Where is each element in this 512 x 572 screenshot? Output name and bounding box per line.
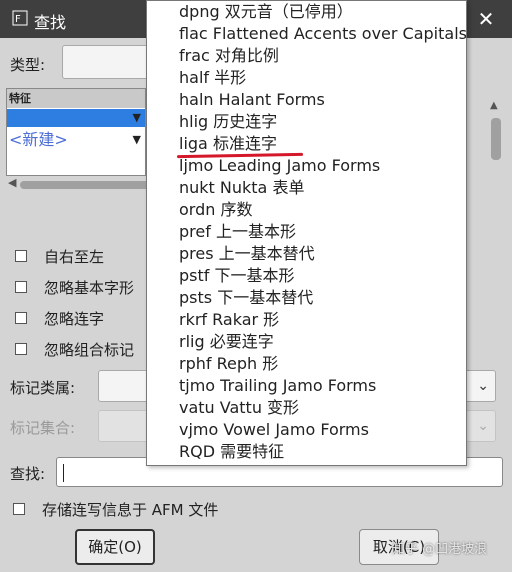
type-label: 类型: (10, 56, 46, 74)
scroll-up-icon[interactable]: ▲ (490, 100, 498, 111)
list-item-nukt[interactable]: nukt Nukta 表单 (179, 177, 304, 199)
list-item-ljmo[interactable]: ljmo Leading Jamo Forms (179, 155, 380, 177)
fontforge-icon: F (12, 10, 28, 26)
scrollbar-thumb[interactable] (491, 118, 501, 160)
rtl-label: 自右至左 (44, 248, 105, 266)
rtl-checkbox[interactable] (15, 250, 27, 262)
ignore-base-label: 忽略基本字形 (44, 279, 135, 297)
feature-dropdown-list: dpng 双元音（已停用） flac Flattened Accents ove… (146, 0, 467, 466)
close-icon[interactable]: ✕ (466, 2, 506, 36)
chevron-down-icon[interactable]: ⌄ (477, 378, 489, 394)
list-item-haln[interactable]: haln Halant Forms (179, 89, 325, 111)
ignore-ligatures-label: 忽略连字 (44, 310, 105, 328)
scrollbar-thumb[interactable] (20, 181, 152, 189)
ignore-marks-label: 忽略组合标记 (44, 341, 135, 359)
afm-checkbox[interactable] (13, 503, 25, 515)
ignore-base-checkbox[interactable] (15, 281, 27, 293)
ignore-ligatures-checkbox[interactable] (15, 312, 27, 324)
horizontal-scrollbar[interactable]: ◀ (6, 176, 152, 192)
mark-set-label: 标记集合: (10, 419, 76, 437)
list-item-vatu[interactable]: vatu Vattu 变形 (179, 397, 299, 419)
svg-text:F: F (15, 14, 21, 25)
list-item-ordn[interactable]: ordn 序数 (179, 199, 252, 221)
watermark-text: 知乎 @凹港坡浪 (392, 542, 488, 557)
list-item-rphf[interactable]: rphf Reph 形 (179, 353, 278, 375)
ignore-marks-checkbox[interactable] (15, 343, 27, 355)
afm-label: 存储连写信息于 AFM 文件 (42, 501, 219, 519)
vertical-scrollbar[interactable]: ▲ (488, 100, 504, 180)
type-select[interactable] (62, 45, 152, 79)
list-item-tjmo[interactable]: tjmo Trailing Jamo Forms (179, 375, 376, 397)
scroll-left-icon[interactable]: ◀ (8, 176, 16, 189)
table-row-new[interactable]: <新建> ▼ (7, 129, 145, 151)
list-item-rlig[interactable]: rlig 必要连字 (179, 331, 274, 353)
feature-table: 特征 ▼ <新建> ▼ (6, 88, 146, 176)
ok-button[interactable]: 确定(O) (75, 529, 155, 565)
chevron-down-icon[interactable]: ▼ (133, 109, 141, 127)
list-item-pstf[interactable]: pstf 下一基本形 (179, 265, 295, 287)
list-item-hlig[interactable]: hlig 历史连字 (179, 111, 277, 133)
list-item-psts[interactable]: psts 下一基本替代 (179, 287, 313, 309)
chevron-down-icon[interactable]: ▼ (133, 129, 141, 151)
list-item-frac[interactable]: frac 对角比例 (179, 45, 279, 67)
list-item-rkrf[interactable]: rkrf Rakar 形 (179, 309, 279, 331)
feature-column-header: 特征 (7, 89, 145, 108)
list-item-vjmo[interactable]: vjmo Vowel Jamo Forms (179, 419, 369, 441)
table-row-selected[interactable]: ▼ (7, 109, 145, 127)
list-item-pref[interactable]: pref 上一基本形 (179, 221, 296, 243)
find-label: 查找: (10, 465, 46, 483)
text-caret (63, 464, 64, 482)
list-item-liga[interactable]: liga 标准连字 (179, 133, 277, 155)
mark-class-label: 标记类属: (10, 379, 76, 397)
list-item-flac[interactable]: flac Flattened Accents over Capitals (179, 23, 467, 45)
list-item-half[interactable]: half 半形 (179, 67, 246, 89)
list-item-rqd[interactable]: RQD 需要特征 (179, 441, 284, 463)
chevron-down-icon[interactable]: ⌄ (477, 418, 489, 434)
list-item-dpng[interactable]: dpng 双元音（已停用） (179, 1, 353, 23)
window-title: 查找 (34, 13, 67, 32)
new-row-label: <新建> (9, 130, 68, 149)
list-item-pres[interactable]: pres 上一基本替代 (179, 243, 315, 265)
